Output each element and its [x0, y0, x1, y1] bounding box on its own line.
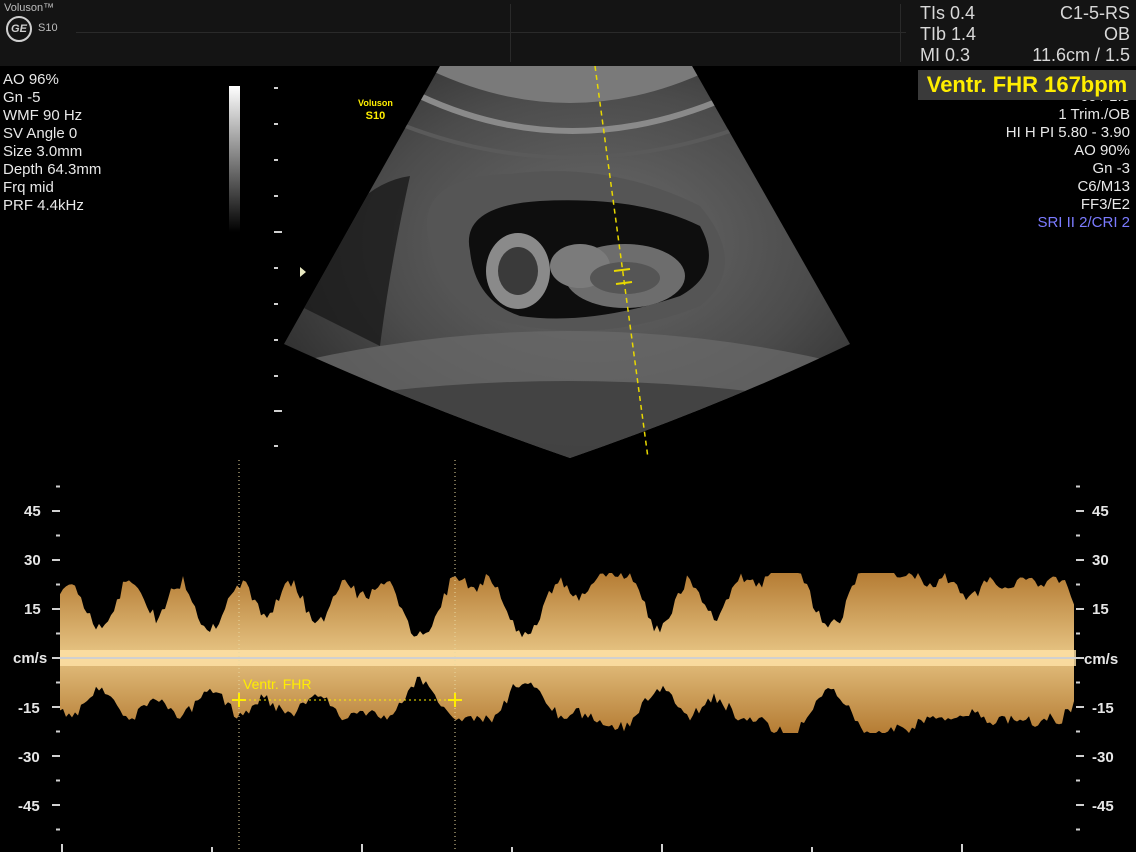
ao-right-param: AO 90%: [1074, 142, 1130, 160]
vel-label-right-30: 30: [1092, 552, 1109, 569]
harmonic-param: HI H PI 5.80 - 3.90: [1006, 124, 1130, 142]
tis-value: TIs 0.4: [920, 3, 975, 24]
vel-label-left-45: 45: [24, 503, 41, 520]
gain-right-param: Gn -3: [1092, 160, 1130, 178]
vel-label-left-m15: -15: [18, 700, 40, 717]
prf-param: PRF 4.4kHz: [3, 197, 84, 215]
vel-label-left-m45: -45: [18, 798, 40, 815]
vel-label-left-30: 30: [24, 552, 41, 569]
wall-filter-param: WMF 90 Hz: [3, 107, 82, 125]
unit-label-left: cm/s: [13, 650, 47, 667]
sv-angle-param: SV Angle 0: [3, 125, 77, 143]
gain-param: Gn -5: [3, 89, 41, 107]
vel-label-right-m15: -15: [1092, 700, 1114, 717]
vel-label-right-15: 15: [1092, 601, 1109, 618]
sv-depth-param: Depth 64.3mm: [3, 161, 101, 179]
doppler-spectrum[interactable]: [0, 456, 1136, 852]
tib-value: TIb 1.4: [920, 24, 976, 45]
ge-logo-icon: GE: [6, 16, 32, 42]
ao-param: AO 96%: [3, 71, 59, 89]
vel-label-right-45: 45: [1092, 503, 1109, 520]
sv-size-param: Size 3.0mm: [3, 143, 82, 161]
filter-param: FF3/E2: [1081, 196, 1130, 214]
depth-scale-label: 11.6cm / 1.5: [1032, 45, 1130, 66]
model-label: S10: [38, 22, 58, 34]
vel-label-right-m30: -30: [1092, 749, 1114, 766]
grayscale-bar: [229, 86, 240, 232]
caliper-label: Ventr. FHR: [243, 676, 311, 692]
bmode-image[interactable]: [280, 66, 852, 458]
map-param: C6/M13: [1077, 178, 1130, 196]
frequency-param: Frq mid: [3, 179, 54, 197]
vel-label-left-m30: -30: [18, 749, 40, 766]
unit-label-right: cm/s: [1084, 651, 1118, 668]
image-watermark: Voluson S10: [358, 97, 393, 123]
probe-label: C1-5-RS: [1060, 3, 1130, 24]
sri-cri-param: SRI II 2/CRI 2: [1037, 214, 1130, 232]
brand-label: Voluson™: [4, 2, 54, 14]
trimester-param: 1 Trim./OB: [1058, 106, 1130, 124]
vel-label-left-15: 15: [24, 601, 41, 618]
mi-value: MI 0.3: [920, 45, 970, 66]
vel-label-right-m45: -45: [1092, 798, 1114, 815]
fhr-measurement-result: Ventr. FHR 167bpm: [918, 70, 1136, 100]
application-label: OB: [1104, 24, 1130, 45]
